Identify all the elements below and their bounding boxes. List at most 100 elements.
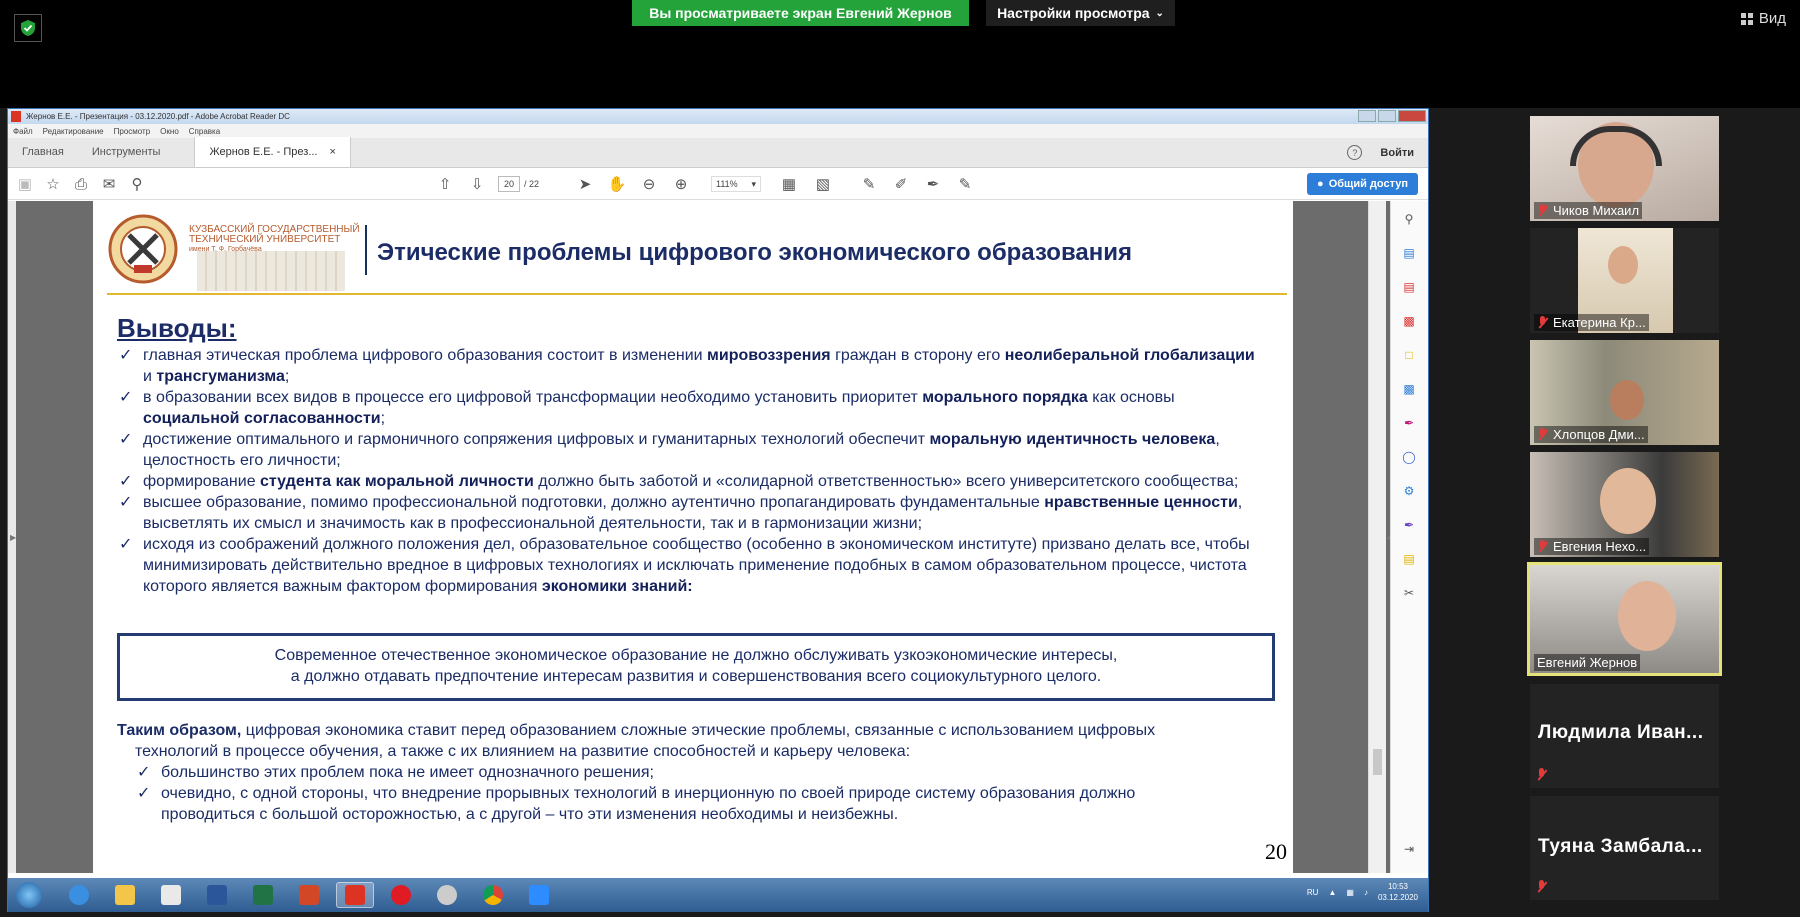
fill-sign-panel-icon[interactable]: ✒: [1401, 415, 1417, 431]
participant-tile[interactable]: Евгения Нехо...: [1530, 452, 1719, 557]
participant-tile-no-video[interactable]: Людмила Иван...: [1530, 684, 1719, 788]
opera-icon[interactable]: [382, 882, 420, 908]
file-explorer-icon[interactable]: [106, 882, 144, 908]
edit-pdf-icon[interactable]: ▩: [1401, 313, 1417, 329]
collapse-panel-icon[interactable]: ⇥: [1401, 841, 1417, 857]
bullet-text: в образовании всех видов в процессе его …: [143, 389, 923, 406]
powerpoint-icon[interactable]: [290, 882, 328, 908]
save-icon[interactable]: ▣: [16, 175, 34, 193]
menu-window[interactable]: Окно: [160, 127, 179, 136]
bullet-bold: нравственные ценности: [1044, 494, 1238, 511]
chrome-icon[interactable]: [474, 882, 512, 908]
menu-help[interactable]: Справка: [189, 127, 220, 136]
muted-mic-icon: [1536, 880, 1548, 894]
highlight-pen-icon[interactable]: ✐: [892, 175, 910, 193]
search-icon[interactable]: ⚲: [128, 175, 146, 193]
checkmark-icon: ✓: [119, 494, 133, 511]
zoom-in-icon[interactable]: ⊕: [672, 175, 690, 193]
list-item: ✓ достижение оптимального и гармоничного …: [117, 429, 1267, 471]
comment-icon[interactable]: ✎: [860, 175, 878, 193]
print-icon[interactable]: ⎙: [72, 175, 90, 193]
summary-text-1: цифровая экономика ставит перед образова…: [241, 722, 1156, 739]
list-item: ✓ главная этическая проблема цифрового об…: [117, 345, 1267, 387]
create-pdf-icon[interactable]: ▤: [1401, 279, 1417, 295]
more-tools-icon[interactable]: ✂: [1401, 585, 1417, 601]
participant-tile[interactable]: Чиков Михаил: [1530, 116, 1719, 221]
view-button[interactable]: Вид: [1740, 10, 1786, 27]
bullet-bold: мировоззрения: [707, 347, 831, 364]
scrollbar-thumb[interactable]: [1373, 749, 1382, 775]
network-icon[interactable]: ▦: [1346, 888, 1354, 897]
current-page-input[interactable]: 20: [498, 176, 520, 192]
protect-icon[interactable]: ◯: [1401, 449, 1417, 465]
acrobat-toolbar: ▣ ☆ ⎙ ✉ ⚲ ⇧ ⇩ 20 / 22 ➤ ✋ ⊖ ⊕ 111% ▾ ▦ ▧…: [8, 168, 1428, 200]
close-tab-icon[interactable]: ×: [330, 146, 336, 158]
list-item: ✓ исходя из соображений должного положени…: [117, 534, 1267, 597]
sign-in-link[interactable]: Войти: [1380, 147, 1414, 159]
start-button[interactable]: [16, 882, 42, 908]
participant-tile-active-speaker[interactable]: Евгений Жернов: [1527, 562, 1722, 676]
combine-files-icon[interactable]: ▩: [1401, 381, 1417, 397]
zoom-level-select[interactable]: 111% ▾: [711, 176, 761, 192]
email-icon[interactable]: ✉: [100, 175, 118, 193]
zoom-app-icon[interactable]: [520, 882, 558, 908]
participant-name: Чиков Михаил: [1534, 202, 1643, 219]
export-pdf-icon[interactable]: ▤: [1401, 245, 1417, 261]
bullet-bold: студента как моральной личности: [260, 473, 534, 490]
participant-tile-no-video[interactable]: Туяна Замбала...: [1530, 796, 1719, 900]
sign-icon[interactable]: ✒: [924, 175, 942, 193]
excel-icon[interactable]: [244, 882, 282, 908]
magnify-icon[interactable]: ⚲: [1401, 211, 1417, 227]
slide-title: Этические проблемы цифрового экономическ…: [377, 239, 1132, 266]
participant-name: Евгений Жернов: [1534, 654, 1641, 671]
scan-icon[interactable]: ▤: [1401, 551, 1417, 567]
participant-name: Екатерина Кр...: [1534, 314, 1649, 331]
participant-face: [1600, 468, 1656, 534]
tray-arrow-icon[interactable]: ▲: [1328, 888, 1336, 897]
tab-tools[interactable]: Инструменты: [78, 137, 175, 167]
zoom-out-icon[interactable]: ⊖: [640, 175, 658, 193]
language-indicator[interactable]: RU: [1307, 888, 1319, 897]
participant-tile[interactable]: Екатерина Кр...: [1530, 228, 1719, 333]
tab-document[interactable]: Жернов Е.Е. - През... ×: [194, 137, 351, 167]
menu-view[interactable]: Просмотр: [114, 127, 151, 136]
fill-sign-icon[interactable]: ✎: [956, 175, 974, 193]
tools-app-icon[interactable]: [428, 882, 466, 908]
bookmark-star-icon[interactable]: ☆: [44, 175, 62, 193]
minimize-button[interactable]: [1358, 110, 1376, 122]
volume-icon[interactable]: ♪: [1364, 888, 1368, 897]
close-window-button[interactable]: [1398, 110, 1426, 122]
scroll-mode-icon[interactable]: ▧: [814, 175, 832, 193]
select-cursor-icon[interactable]: ➤: [576, 175, 594, 193]
document-viewport[interactable]: ▶ КУЗБАССКИЙ ГОСУДАРСТВЕННЫЙ ТЕХНИЧЕСКИЙ…: [8, 201, 1428, 873]
menu-edit[interactable]: Редактирование: [43, 127, 104, 136]
bullet-bold: экономики знаний:: [541, 578, 693, 595]
checkmark-icon: ✓: [119, 473, 133, 490]
word-icon[interactable]: [198, 882, 236, 908]
share-button[interactable]: ● Общий доступ: [1307, 173, 1418, 195]
participant-name: Хлопцов Дми...: [1534, 426, 1648, 443]
ie-browser-icon[interactable]: [60, 882, 98, 908]
previous-page-icon[interactable]: ⇧: [436, 175, 454, 193]
comment-panel-icon[interactable]: □: [1401, 347, 1417, 363]
next-page-icon[interactable]: ⇩: [468, 175, 486, 193]
view-settings-button[interactable]: Настройки просмотра ⌄: [986, 0, 1175, 26]
send-for-signature-icon[interactable]: ✒: [1401, 517, 1417, 533]
hand-tool-icon[interactable]: ✋: [608, 175, 627, 193]
summary-bullet-1: большинство этих проблем пока не имеет о…: [161, 764, 654, 781]
vertical-scrollbar[interactable]: [1368, 201, 1386, 873]
clock[interactable]: 10:53 03.12.2020: [1378, 881, 1418, 903]
acrobat-tab-bar: Главная Инструменты Жернов Е.Е. - През..…: [8, 137, 1428, 168]
security-shield-icon[interactable]: [14, 14, 42, 42]
optimize-icon[interactable]: ⚙: [1401, 483, 1417, 499]
media-player-icon[interactable]: [152, 882, 190, 908]
participant-tile[interactable]: Хлопцов Дми...: [1530, 340, 1719, 445]
fit-page-icon[interactable]: ▦: [780, 175, 798, 193]
help-icon[interactable]: ?: [1347, 145, 1363, 160]
tab-home[interactable]: Главная: [8, 137, 78, 167]
maximize-button[interactable]: [1378, 110, 1396, 122]
expand-left-pane-icon[interactable]: ▶: [10, 533, 16, 542]
zoom-meeting-window: Вы просматриваете экран Евгений Жернов Н…: [0, 0, 1800, 917]
menu-file[interactable]: Файл: [13, 127, 33, 136]
acrobat-taskbar-icon[interactable]: [336, 882, 374, 908]
